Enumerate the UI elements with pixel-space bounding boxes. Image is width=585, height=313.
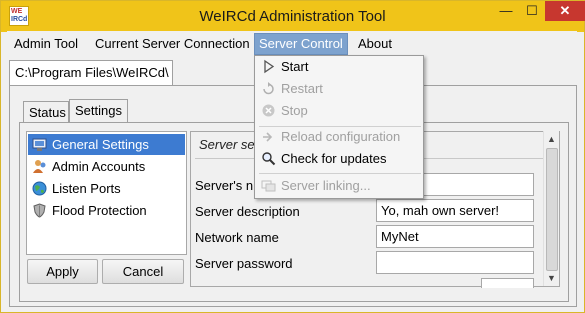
server-description-field[interactable]: Yo, mah own server! bbox=[376, 199, 534, 222]
maximize-button[interactable]: ☐ bbox=[519, 1, 545, 21]
server-control-menu: Start Restart Stop Reload configuration … bbox=[254, 55, 424, 199]
apply-button[interactable]: Apply bbox=[27, 259, 98, 284]
menu-bar: Admin Tool Current Server Connection Ser… bbox=[7, 31, 577, 55]
play-icon bbox=[264, 59, 275, 74]
tab-settings[interactable]: Settings bbox=[69, 99, 128, 123]
server-password-field[interactable] bbox=[376, 251, 534, 274]
server-name-label: Server's n bbox=[195, 178, 254, 193]
menu-item-check-for-updates[interactable]: Check for updates bbox=[256, 148, 423, 170]
list-item-listen-ports[interactable]: Listen Ports bbox=[28, 178, 185, 199]
network-name-label: Network name bbox=[195, 230, 279, 245]
reload-icon bbox=[263, 132, 273, 142]
list-item-general-settings[interactable]: General Settings bbox=[28, 134, 185, 155]
menu-separator bbox=[259, 173, 421, 174]
menu-item-start[interactable]: Start bbox=[256, 56, 423, 78]
vertical-scrollbar[interactable]: ▲ ▼ bbox=[543, 131, 559, 286]
tab-status[interactable]: Status bbox=[23, 101, 69, 123]
list-item-admin-accounts[interactable]: Admin Accounts bbox=[28, 156, 185, 177]
stop-icon bbox=[262, 104, 275, 117]
shield-icon bbox=[33, 203, 46, 218]
link-icon bbox=[261, 180, 276, 192]
globe-icon bbox=[32, 181, 47, 196]
settings-category-list: General Settings Admin Accounts Listen P… bbox=[26, 131, 187, 255]
minimize-button[interactable]: — bbox=[493, 1, 519, 21]
menu-item-stop: Stop bbox=[256, 100, 423, 122]
menu-server-control[interactable]: Server Control bbox=[254, 33, 348, 55]
scroll-thumb[interactable] bbox=[546, 148, 558, 271]
section-title: Server se bbox=[199, 137, 255, 152]
restart-icon bbox=[263, 82, 274, 95]
menu-admin-tool[interactable]: Admin Tool bbox=[10, 34, 82, 54]
menu-item-restart: Restart bbox=[256, 78, 423, 100]
menu-item-reload-configuration: Reload configuration bbox=[256, 126, 423, 148]
partial-field[interactable] bbox=[481, 278, 534, 288]
server-password-label: Server password bbox=[195, 256, 293, 271]
list-item-flood-protection[interactable]: Flood Protection bbox=[28, 200, 185, 221]
users-icon bbox=[33, 160, 46, 173]
title-bar[interactable]: WE IRCd WeIRCd Administration Tool — ☐ ✕ bbox=[1, 1, 585, 32]
menu-about[interactable]: About bbox=[354, 34, 396, 54]
menu-current-server-connection[interactable]: Current Server Connection bbox=[91, 34, 254, 54]
menu-item-server-linking: Server linking... bbox=[256, 175, 423, 197]
close-button[interactable]: ✕ bbox=[545, 1, 585, 21]
computer-icon bbox=[32, 138, 47, 151]
scroll-up-icon[interactable]: ▲ bbox=[547, 134, 556, 144]
scroll-down-icon[interactable]: ▼ bbox=[547, 273, 556, 283]
magnifier-icon bbox=[262, 152, 276, 166]
server-description-label: Server description bbox=[195, 204, 300, 219]
tab-path[interactable]: C:\Program Files\WeIRCd\ bbox=[9, 60, 173, 86]
cancel-button[interactable]: Cancel bbox=[102, 259, 184, 284]
network-name-field[interactable]: MyNet bbox=[376, 225, 534, 248]
